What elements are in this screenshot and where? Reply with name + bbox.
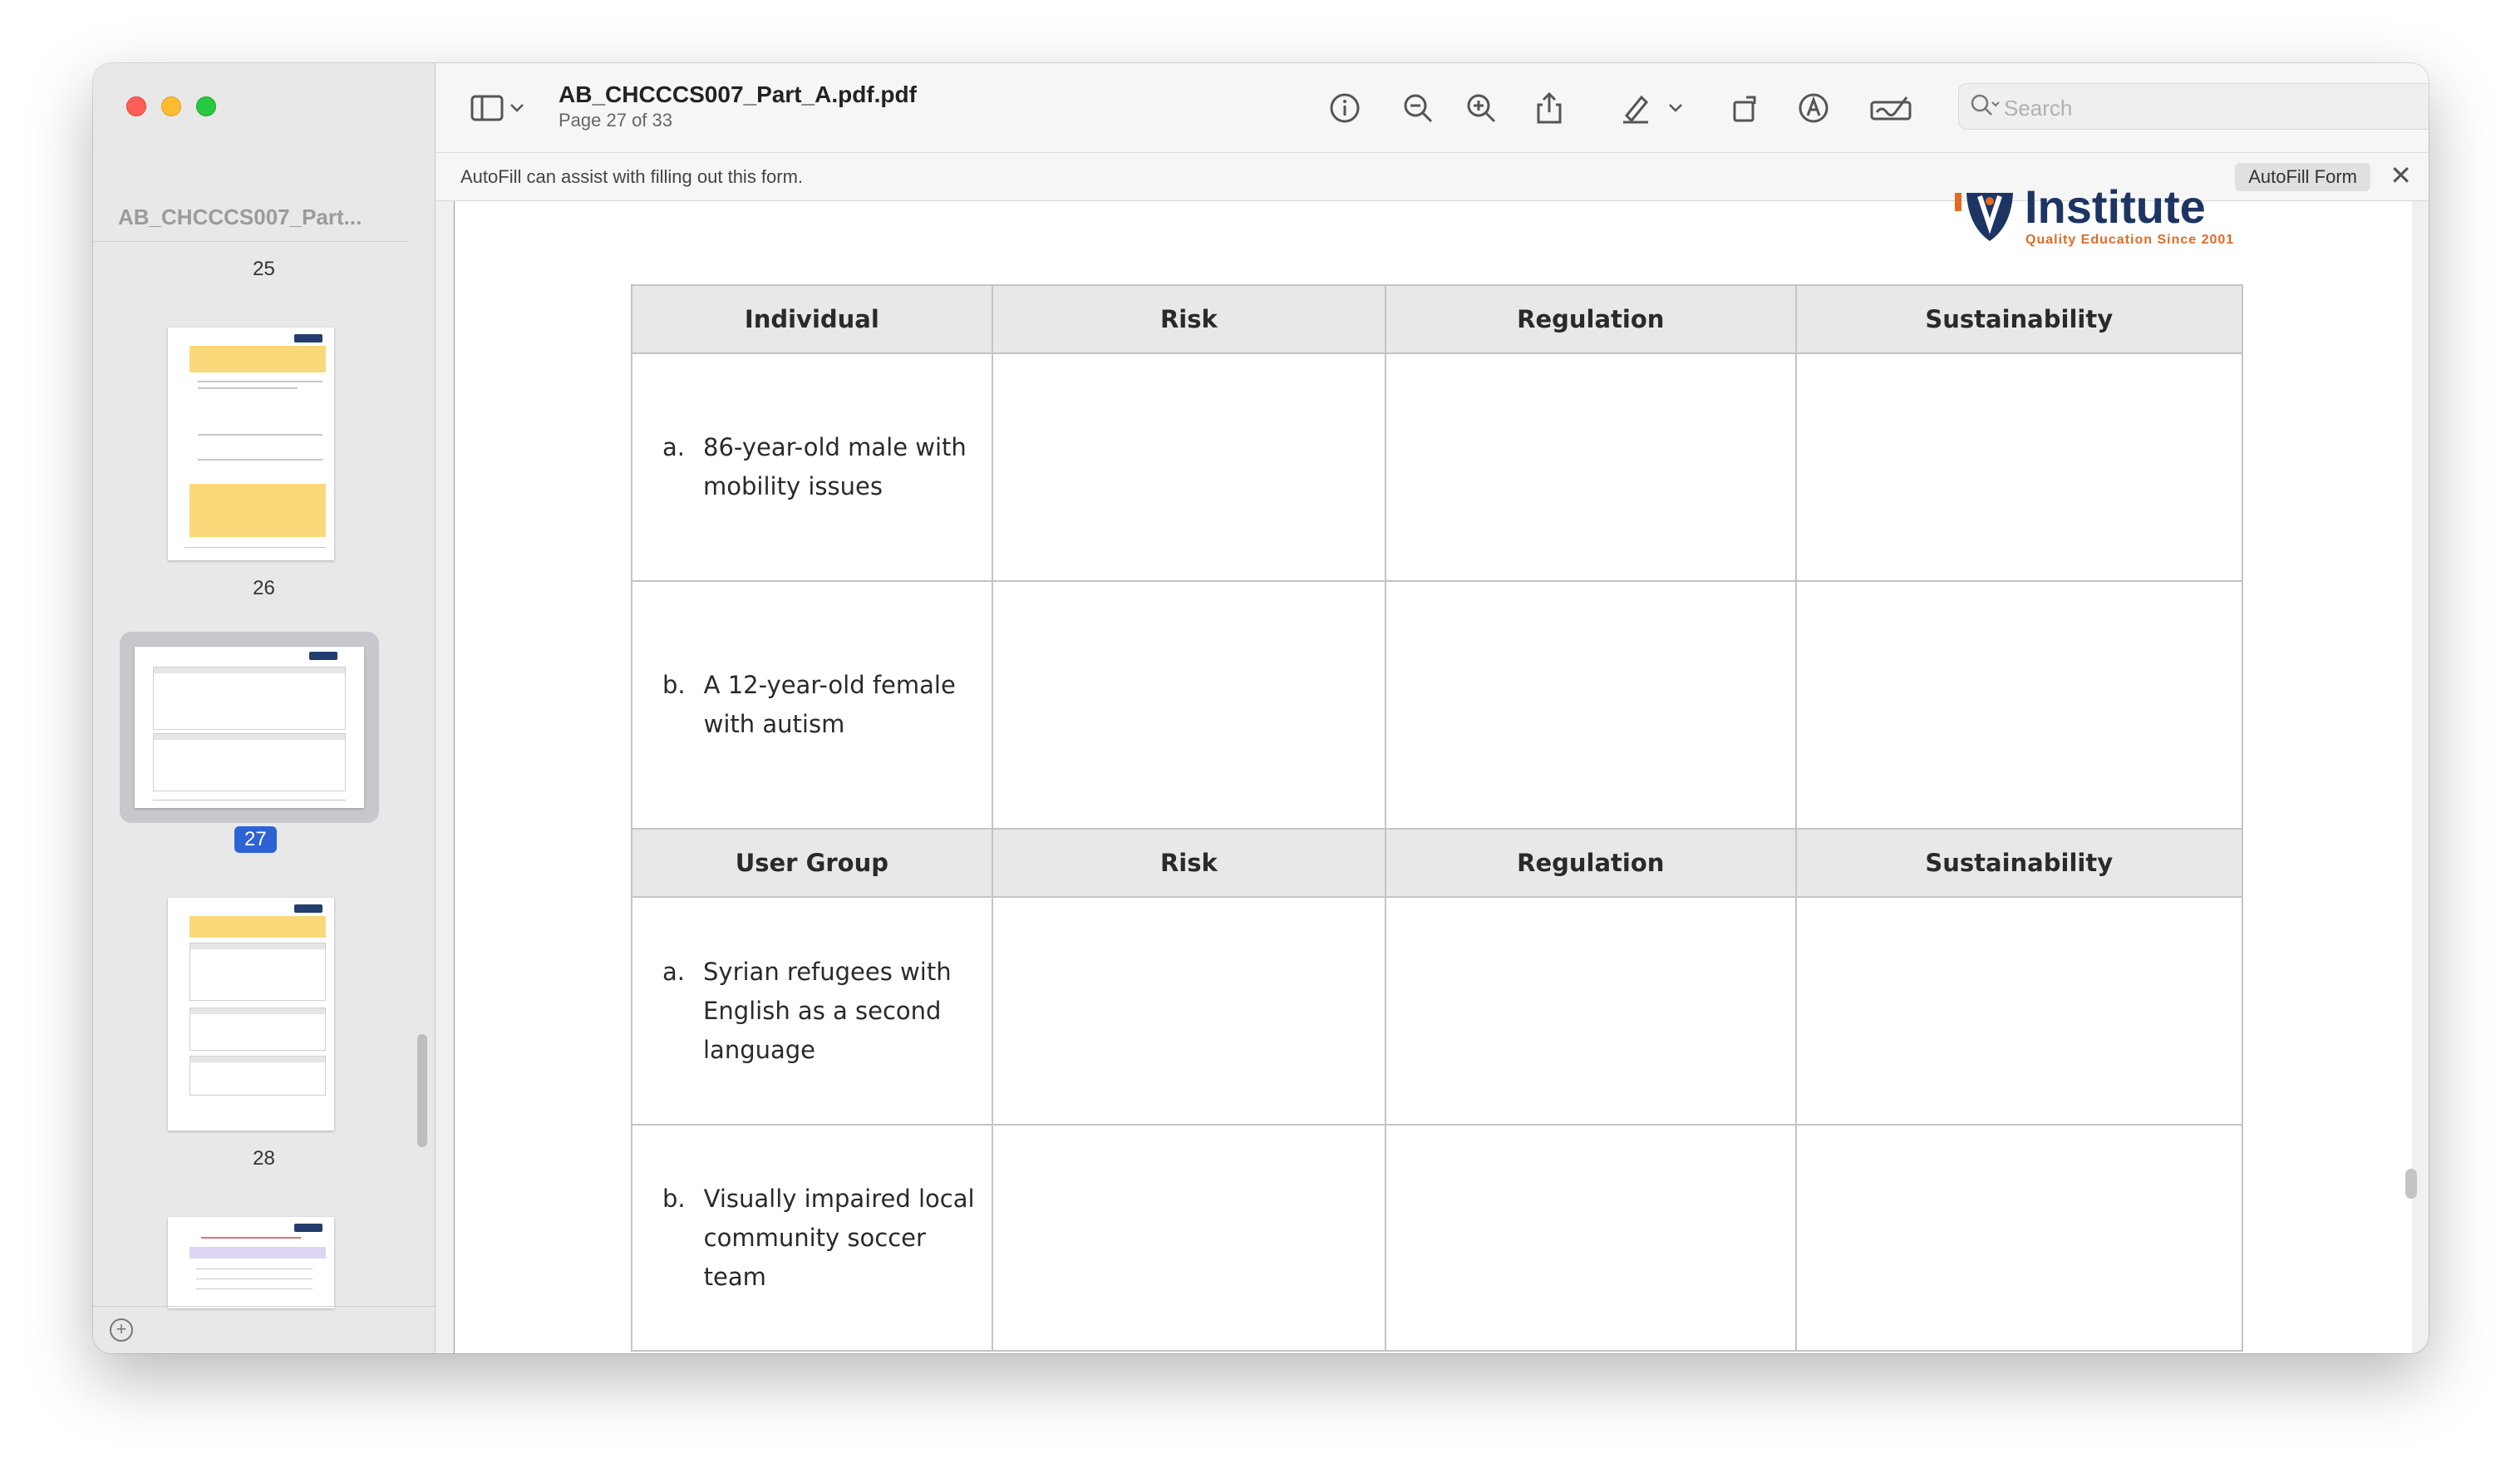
sidebar-document-title: AB_CHCCCS007_Part... [118,204,362,229]
regulation-cell[interactable] [1385,1124,1797,1352]
sustainability-cell[interactable] [1794,896,2243,1126]
thumb-logo [294,904,322,913]
item-letter: a. [662,957,685,986]
search-field[interactable]: Search [1958,83,2429,130]
page-thumbnail-28[interactable] [168,898,334,1131]
add-page-icon[interactable]: + [110,1318,133,1342]
item-text: Visually impaired local community soccer… [703,1184,975,1291]
sustainability-cell[interactable] [1794,580,2243,830]
document-scrollbar[interactable] [2405,1169,2417,1199]
table-header-row: Individual Risk Regulation Sustainabilit… [631,284,2243,354]
page-number-28[interactable]: 28 [93,1147,435,1170]
column-header: Individual [631,284,993,354]
institute-logo-icon [1955,193,2018,248]
item-text: 86-year-old male with mobility issues [703,433,967,500]
row-label-cell: b. A 12-year-old female with autism [631,580,993,830]
column-header: Sustainability [1794,284,2243,354]
risk-cell[interactable] [991,1124,1387,1352]
page-number-26[interactable]: 26 [93,577,435,600]
thumbnail-sidebar: AB_CHCCCS007_Part... 25 26 27 28 + [93,63,436,1353]
current-page-badge[interactable]: 27 [234,826,277,853]
markup-pen-icon[interactable] [1616,88,1656,128]
regulation-cell[interactable] [1385,896,1797,1126]
row-label-cell: a. 86-year-old male with mobility issues [631,352,993,582]
table-header-row: User Group Risk Regulation Sustainabilit… [631,828,2243,898]
table-row: a. 86-year-old male with mobility issues [631,352,2243,582]
thumb-highlight [189,484,326,537]
close-window-button[interactable] [126,96,146,116]
item-letter: b. [662,1184,686,1213]
zoom-in-icon[interactable] [1461,88,1501,128]
column-header: Regulation [1385,284,1797,354]
logo-tagline: Quality Education Since 2001 [2025,233,2235,247]
item-text: A 12-year-old female with autism [703,671,956,738]
page-indicator: Page 27 of 33 [559,110,673,131]
page-thumbnail-29[interactable] [168,1217,334,1308]
regulation-cell[interactable] [1385,580,1797,830]
minimize-window-button[interactable] [161,96,181,116]
share-icon[interactable] [1529,88,1569,128]
item-text: Syrian refugees with English as a second… [703,957,952,1064]
column-header: Regulation [1385,828,1797,898]
pdf-page: Institute Quality Education Since 2001 I… [454,180,2412,1353]
page-thumbnail-27[interactable] [135,647,364,808]
risk-cell[interactable] [991,352,1387,582]
column-header: User Group [631,828,993,898]
sustainability-cell[interactable] [1794,1124,2243,1352]
preview-window: AB_CHCCCS007_Part... 25 26 27 28 + AB_CH… [93,63,2429,1353]
search-placeholder: Search [2004,96,2073,121]
toolbar: AB_CHCCCS007_Part_A.pdf.pdf Page 27 of 3… [436,63,2429,153]
zoom-out-icon[interactable] [1398,88,1438,128]
assessment-table: Individual Risk Regulation Sustainabilit… [631,284,2243,1352]
column-header: Risk [991,284,1387,354]
risk-cell[interactable] [991,580,1387,830]
table-row: b. A 12-year-old female with autism [631,580,2243,830]
page-thumbnail-26[interactable] [168,328,334,560]
sustainability-cell[interactable] [1794,352,2243,582]
thumb-highlight [189,916,326,938]
info-icon[interactable] [1325,88,1365,128]
sidebar-scrollbar[interactable] [417,1034,427,1147]
thumb-logo [294,334,322,342]
chevron-down-icon[interactable] [505,88,529,128]
table-row: a. Syrian refugees with English as a sec… [631,896,2243,1126]
sidebar-divider [93,241,409,242]
regulation-cell[interactable] [1385,352,1797,582]
logo-text: Institute [2025,180,2206,233]
autofill-form-button[interactable]: AutoFill Form [2235,163,2370,191]
annotate-icon[interactable] [1794,88,1833,128]
item-letter: b. [662,671,686,699]
column-header: Risk [991,828,1387,898]
page-number-25[interactable]: 25 [93,258,435,281]
sign-icon[interactable] [1867,88,1917,128]
zoom-window-button[interactable] [196,96,216,116]
risk-cell[interactable] [991,896,1387,1126]
row-label-cell: b. Visually impaired local community soc… [631,1124,993,1352]
row-label-cell: a. Syrian refugees with English as a sec… [631,896,993,1126]
sidebar-toggle-icon[interactable] [467,88,507,128]
item-letter: a. [662,433,685,461]
document-title: AB_CHCCCS007_Part_A.pdf.pdf [559,81,917,107]
search-icon [1969,92,2001,125]
document-canvas[interactable]: Institute Quality Education Since 2001 I… [436,180,2429,1353]
window-controls [126,96,216,116]
thumb-highlight [189,346,326,372]
rotate-icon[interactable] [1725,88,1765,128]
close-icon[interactable]: ✕ [2390,160,2412,191]
autofill-message: AutoFill can assist with filling out thi… [460,166,804,187]
table-row: b. Visually impaired local community soc… [631,1124,2243,1352]
chevron-down-icon[interactable] [1664,88,1687,128]
column-header: Sustainability [1794,828,2243,898]
thumb-logo [309,652,337,660]
thumb-logo [294,1224,322,1232]
